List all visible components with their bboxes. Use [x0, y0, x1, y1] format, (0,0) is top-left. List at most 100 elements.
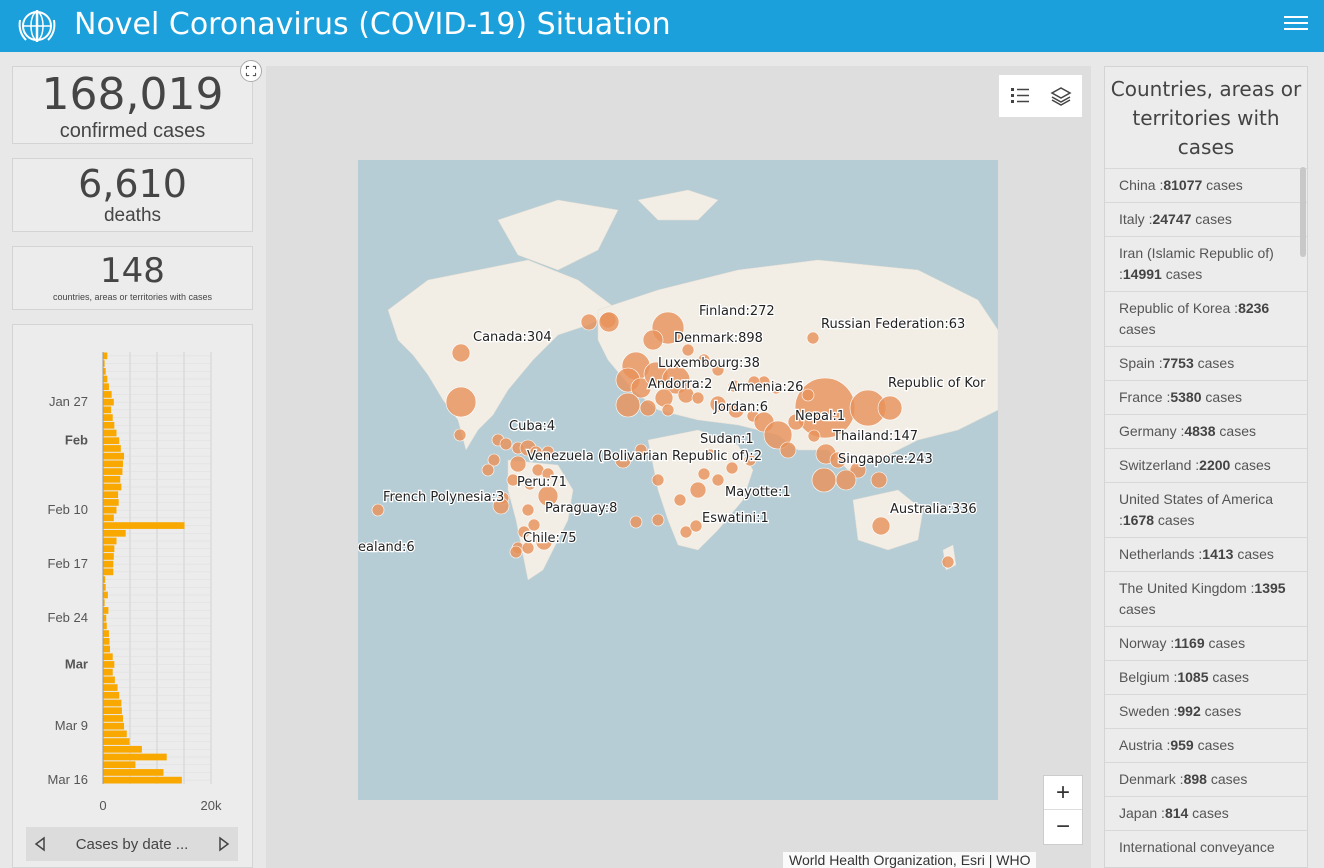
case-bubble[interactable] [689, 481, 707, 499]
zoom-out-button[interactable]: − [1044, 810, 1082, 844]
chart-bar[interactable] [103, 437, 120, 445]
chart-bar[interactable] [103, 668, 113, 676]
chart-bar[interactable] [103, 522, 185, 529]
case-bubble[interactable] [481, 463, 495, 477]
chart-bar[interactable] [103, 553, 114, 560]
chart-bar[interactable] [103, 537, 117, 545]
chart-bar[interactable] [103, 391, 112, 398]
country-list-item[interactable]: Republic of Korea :8236 cases [1105, 291, 1307, 346]
case-bubble[interactable] [651, 473, 665, 487]
chart-bar[interactable] [103, 460, 123, 468]
chart-bar[interactable] [103, 769, 164, 776]
case-bubble[interactable] [806, 331, 820, 345]
case-bubble[interactable] [801, 388, 815, 402]
case-bubble[interactable] [629, 515, 643, 529]
chart-bar[interactable] [103, 445, 121, 452]
chart-bar[interactable] [103, 414, 113, 421]
chart-bar[interactable] [103, 406, 112, 414]
country-list-item[interactable]: Austria :959 cases [1105, 728, 1307, 762]
chart-bar[interactable] [103, 421, 115, 429]
case-bubble[interactable] [691, 391, 705, 405]
case-bubble[interactable] [870, 471, 888, 489]
chart-bar[interactable] [103, 429, 117, 437]
chart-bar[interactable] [103, 560, 114, 568]
country-list-item[interactable]: Germany :4838 cases [1105, 414, 1307, 448]
chart-bar[interactable] [103, 622, 107, 630]
chart-bar[interactable] [103, 398, 114, 406]
case-bubble[interactable] [451, 343, 471, 363]
chart-bar[interactable] [103, 506, 117, 514]
chart-bar[interactable] [103, 761, 136, 769]
country-list-item[interactable]: Italy :24747 cases [1105, 202, 1307, 236]
chart-bar[interactable] [103, 691, 120, 699]
case-bubble[interactable] [521, 503, 535, 517]
case-bubble[interactable] [615, 392, 641, 418]
chart-bar[interactable] [103, 645, 111, 653]
case-bubble[interactable] [835, 469, 857, 491]
chart-bar[interactable] [103, 637, 110, 645]
case-bubble[interactable] [499, 437, 513, 451]
layers-icon[interactable] [1040, 75, 1081, 117]
country-list-item[interactable]: United States of America :1678 cases [1105, 482, 1307, 537]
case-bubble[interactable] [689, 519, 703, 533]
case-bubble[interactable] [811, 467, 837, 493]
chart-bar[interactable] [103, 707, 122, 715]
case-bubble[interactable] [580, 313, 598, 331]
case-bubble[interactable] [639, 399, 657, 417]
country-list-item[interactable]: France :5380 cases [1105, 380, 1307, 414]
case-bubble[interactable] [445, 386, 477, 418]
case-bubble[interactable] [697, 467, 711, 481]
country-list-item[interactable]: Belgium :1085 cases [1105, 660, 1307, 694]
chart-bar[interactable] [103, 661, 115, 668]
case-bubble[interactable] [661, 403, 675, 417]
country-list-item[interactable]: The United Kingdom :1395 cases [1105, 571, 1307, 626]
case-bubble[interactable] [941, 555, 955, 569]
world-map[interactable]: Finland:272 Russian Federation:63 Canada:3… [358, 160, 998, 800]
chart-bar[interactable] [103, 352, 108, 360]
country-list-item[interactable]: Japan :814 cases [1105, 796, 1307, 830]
expand-icon[interactable] [240, 60, 262, 82]
country-list-item[interactable]: China :81077 cases [1105, 168, 1307, 202]
case-bubble[interactable] [527, 518, 541, 532]
case-bubble[interactable] [807, 429, 821, 443]
case-bubble[interactable] [871, 516, 891, 536]
case-bubble[interactable] [711, 473, 725, 487]
case-bubble[interactable] [673, 493, 687, 507]
chart-bar[interactable] [103, 383, 109, 391]
chart-bar[interactable] [103, 776, 182, 784]
country-list-item[interactable]: Norway :1169 cases [1105, 626, 1307, 660]
list-scrollbar[interactable] [1300, 167, 1306, 257]
chart-bar[interactable] [103, 715, 123, 722]
chart-bar[interactable] [103, 738, 130, 745]
country-list-item[interactable]: Spain :7753 cases [1105, 346, 1307, 380]
country-list-item[interactable]: Sweden :992 cases [1105, 694, 1307, 728]
case-bubble[interactable] [779, 441, 797, 459]
chart-bar[interactable] [103, 468, 123, 475]
country-list-item[interactable]: Denmark :898 cases [1105, 762, 1307, 796]
chart-bar[interactable] [103, 753, 167, 761]
chart-bar[interactable] [103, 491, 119, 499]
chart-bar[interactable] [103, 591, 108, 599]
triangle-left-icon[interactable] [34, 836, 46, 852]
chart-bar[interactable] [103, 514, 114, 522]
case-bubble[interactable] [598, 311, 620, 333]
chart-bar[interactable] [103, 545, 115, 553]
case-bubble[interactable] [642, 329, 664, 351]
triangle-right-icon[interactable] [218, 836, 230, 852]
chart-bar[interactable] [103, 630, 109, 637]
chart-bar[interactable] [103, 475, 121, 483]
legend-list-icon[interactable] [999, 75, 1040, 117]
case-bubble[interactable] [651, 513, 665, 527]
chart-bar[interactable] [103, 375, 108, 383]
case-bubble[interactable] [509, 545, 523, 559]
zoom-in-button[interactable]: + [1044, 776, 1082, 810]
chart-bar[interactable] [103, 653, 113, 661]
chart-bar[interactable] [103, 699, 122, 707]
chart-bar[interactable] [103, 607, 109, 614]
case-bubble[interactable] [371, 503, 385, 517]
case-bubble[interactable] [509, 455, 527, 473]
chart-bar[interactable] [103, 452, 125, 460]
country-list-item[interactable]: Iran (Islamic Republic of) :14991 cases [1105, 236, 1307, 291]
chart-bar[interactable] [103, 745, 142, 753]
chart-bar[interactable] [103, 684, 118, 691]
